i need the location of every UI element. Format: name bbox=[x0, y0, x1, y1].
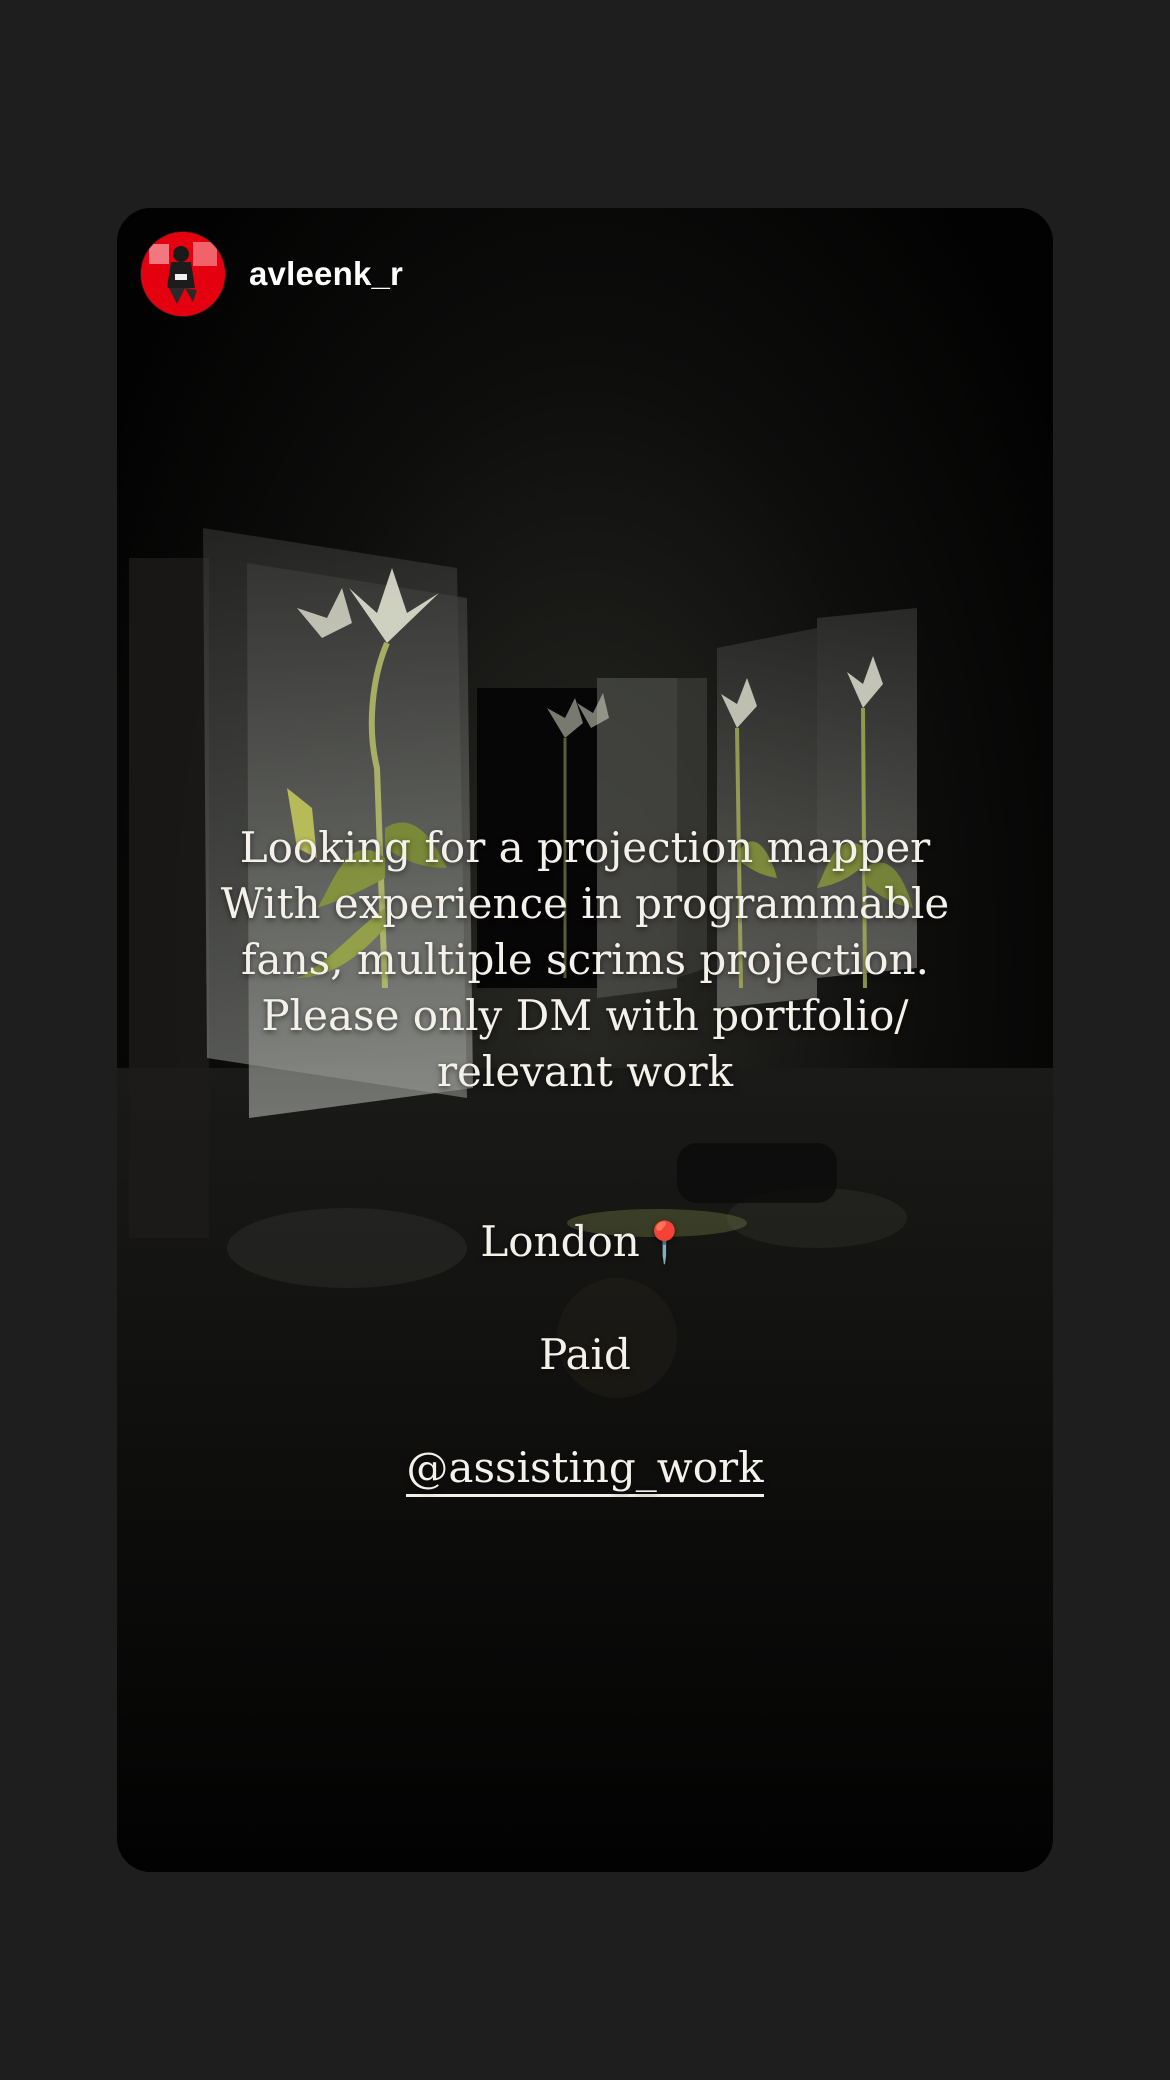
page: avleenk_r Looking for a projection mappe… bbox=[0, 0, 1170, 2080]
caption-line: Looking for a projection mapper bbox=[239, 823, 931, 872]
caption-line: With experience in programmable bbox=[220, 879, 950, 928]
mention-link[interactable]: @assisting_work bbox=[406, 1442, 764, 1497]
mention-wrapper: @assisting_work bbox=[117, 1440, 1053, 1497]
username[interactable]: avleenk_r bbox=[249, 255, 403, 293]
pushpin-icon: 📍 bbox=[639, 1220, 690, 1266]
story-header: avleenk_r bbox=[141, 232, 403, 316]
paid-text: Paid bbox=[539, 1330, 631, 1379]
story-caption: Looking for a projection mapper With exp… bbox=[117, 820, 1053, 1100]
caption-line: fans, multiple scrims projection. bbox=[241, 935, 929, 984]
location-sticker: London📍 bbox=[117, 1214, 1053, 1271]
avatar[interactable] bbox=[141, 232, 225, 316]
caption-line: Please only DM with portfolio/ bbox=[261, 991, 909, 1040]
caption-line: relevant work bbox=[436, 1047, 734, 1096]
location-text: London bbox=[480, 1217, 640, 1266]
profile-photo-icon bbox=[141, 232, 225, 316]
story-card[interactable]: avleenk_r Looking for a projection mappe… bbox=[117, 208, 1053, 1872]
